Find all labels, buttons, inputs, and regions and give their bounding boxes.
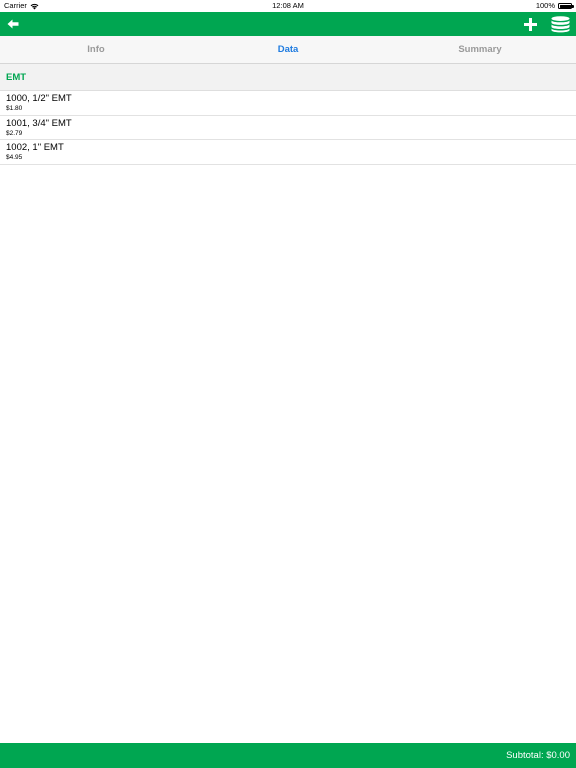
list-item[interactable]: 1001, 3/4" EMT $2.79 [0,115,576,140]
item-price: $1.80 [6,105,23,112]
list-item[interactable]: 1002, 1" EMT $4.95 [0,140,576,165]
screen: Carrier 12:08 AM 100% Info Data Summary … [0,0,576,768]
status-time: 12:08 AM [272,1,304,10]
item-price: $4.95 [6,154,23,161]
item-list: 1000, 1/2" EMT $1.80 1001, 3/4" EMT $2.7… [0,91,576,165]
item-title: 1001, 3/4" EMT [6,117,72,129]
item-title: 1002, 1" EMT [6,142,64,153]
subtotal-label: Subtotal: $0.00 [506,750,570,761]
battery-fill [559,4,571,8]
tab-summary[interactable]: Summary [384,36,576,63]
bottom-bar: Subtotal: $0.00 [0,743,576,768]
add-button[interactable] [520,12,540,36]
battery-percent: 100% [535,1,555,10]
nav-bar [0,12,576,36]
section-header: EMT [0,64,576,91]
back-button[interactable] [4,12,22,36]
tab-data[interactable]: Data [192,36,384,63]
segmented-tabs: Info Data Summary [0,36,576,64]
list-item[interactable]: 1000, 1/2" EMT $1.80 [0,91,576,116]
database-icon [551,15,569,32]
status-right: 100% [535,0,574,12]
status-bar: Carrier 12:08 AM 100% [0,0,576,12]
item-price: $2.79 [6,129,23,137]
battery-icon [558,3,574,9]
item-title: 1000, 1/2" EMT [6,93,72,104]
plus-icon [523,17,537,31]
tab-info[interactable]: Info [0,36,192,63]
arrow-left-icon [7,19,19,29]
database-button[interactable] [548,12,572,36]
